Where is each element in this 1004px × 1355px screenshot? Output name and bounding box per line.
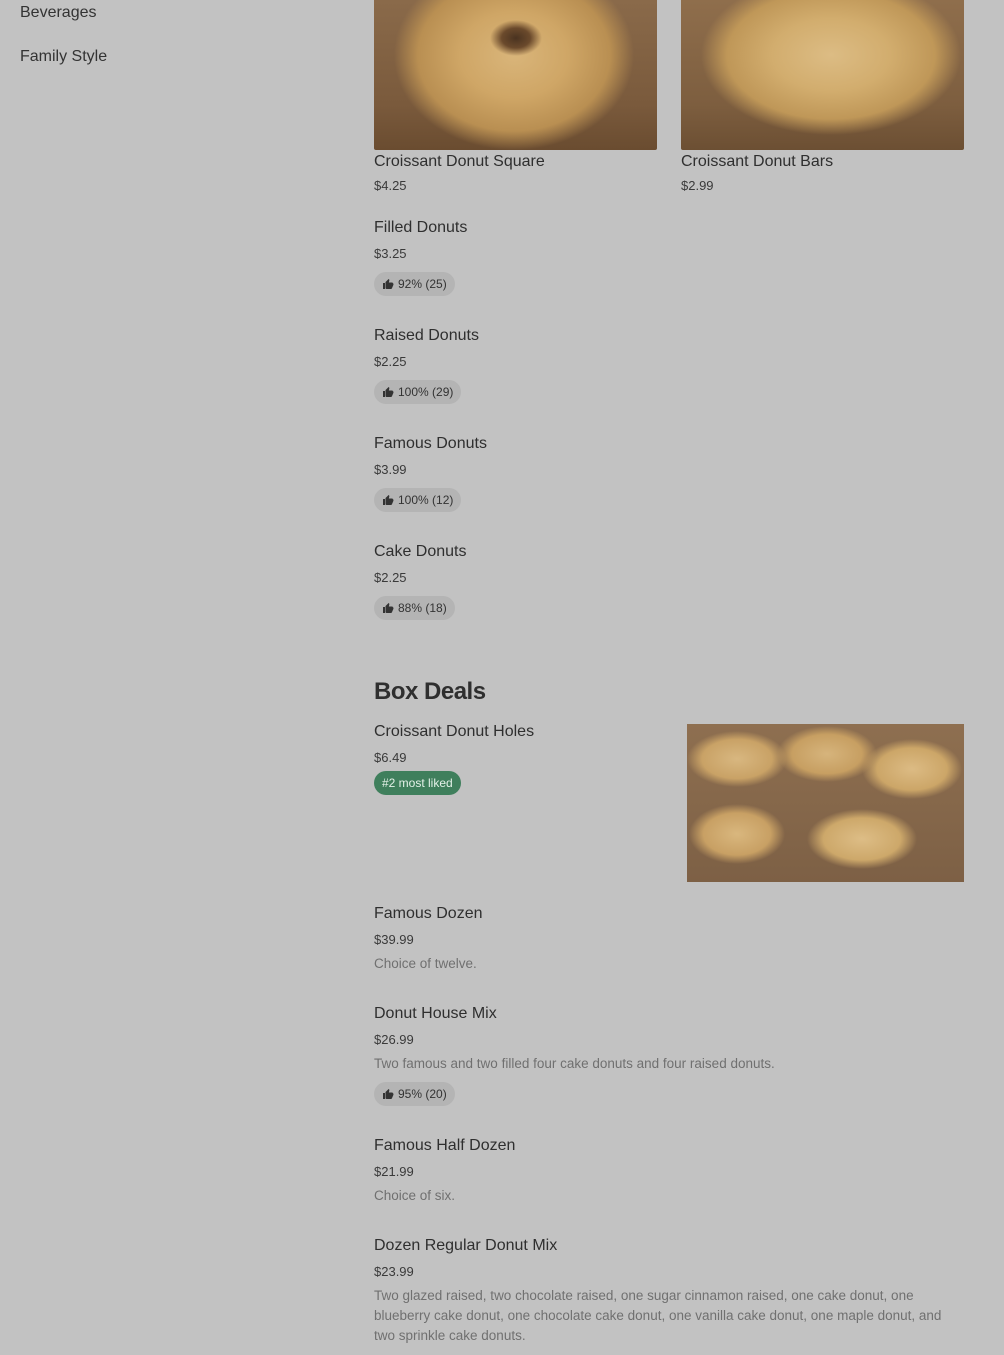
rating-badge: 88% (18) xyxy=(374,596,455,620)
rating-text: 95% (20) xyxy=(398,1087,447,1101)
item-description: Two famous and two filled four cake donu… xyxy=(374,1056,775,1071)
item-price: $2.99 xyxy=(681,178,714,193)
rating-badge: 100% (29) xyxy=(374,380,462,404)
thumbs-up-icon xyxy=(383,387,394,397)
menu-item-dozen-regular-donut-mix[interactable]: Dozen Regular Donut Mix $23.99 Two glaze… xyxy=(374,1237,964,1352)
item-price: $2.25 xyxy=(374,570,407,585)
menu-content: Croissant Donut Square $4.25 Croissant D… xyxy=(374,0,964,1355)
thumbs-up-icon xyxy=(383,279,394,289)
item-name: Donut House Mix xyxy=(374,1005,497,1022)
item-name: Famous Half Dozen xyxy=(374,1137,516,1154)
item-name: Croissant Donut Square xyxy=(374,153,545,170)
rating-text: 100% (29) xyxy=(398,385,454,399)
item-description: Two glazed raised, two chocolate raised,… xyxy=(374,1288,942,1343)
item-price: $3.99 xyxy=(374,462,407,477)
menu-item-famous-dozen[interactable]: Famous Dozen $39.99 Choice of twelve. xyxy=(374,905,964,975)
item-price: $21.99 xyxy=(374,1164,414,1179)
sidebar-item-beverages[interactable]: Beverages xyxy=(20,2,97,24)
menu-card-croissant-donut-bars[interactable]: Croissant Donut Bars $2.99 xyxy=(681,0,964,200)
item-name: Filled Donuts xyxy=(374,219,468,236)
most-liked-badge: #2 most liked xyxy=(374,771,461,795)
menu-item-croissant-donut-holes[interactable]: Croissant Donut Holes $6.49 #2 most like… xyxy=(374,723,964,883)
rating-badge: 95% (20) xyxy=(374,1082,455,1106)
item-price: $26.99 xyxy=(374,1032,414,1047)
menu-item-donut-house-mix[interactable]: Donut House Mix $26.99 Two famous and tw… xyxy=(374,1005,964,1110)
section-title-box-deals: Box Deals xyxy=(374,678,486,705)
thumbs-up-icon xyxy=(383,603,394,613)
item-name: Famous Donuts xyxy=(374,435,487,452)
item-name: Dozen Regular Donut Mix xyxy=(374,1237,558,1254)
rating-text: 88% (18) xyxy=(398,601,447,615)
menu-item-raised-donuts[interactable]: Raised Donuts $2.25 100% (29) xyxy=(374,327,964,407)
item-price: $3.25 xyxy=(374,246,407,261)
rating-text: 100% (12) xyxy=(398,493,454,507)
menu-item-famous-half-dozen[interactable]: Famous Half Dozen $21.99 Choice of six. xyxy=(374,1137,964,1207)
sidebar-item-family-style[interactable]: Family Style xyxy=(20,46,107,68)
item-price: $23.99 xyxy=(374,1264,414,1279)
menu-item-filled-donuts[interactable]: Filled Donuts $3.25 92% (25) xyxy=(374,219,964,299)
thumbs-up-icon xyxy=(383,495,394,505)
menu-item-famous-donuts[interactable]: Famous Donuts $3.99 100% (12) xyxy=(374,435,964,515)
item-price: $4.25 xyxy=(374,178,407,193)
menu-item-cake-donuts[interactable]: Cake Donuts $2.25 88% (18) xyxy=(374,543,964,623)
item-price: $39.99 xyxy=(374,932,414,947)
rating-badge: 92% (25) xyxy=(374,272,455,296)
item-price: $6.49 xyxy=(374,750,407,765)
menu-card-croissant-donut-square[interactable]: Croissant Donut Square $4.25 xyxy=(374,0,657,200)
item-name: Cake Donuts xyxy=(374,543,467,560)
item-price: $2.25 xyxy=(374,354,407,369)
item-description: Choice of twelve. xyxy=(374,956,477,971)
item-name: Croissant Donut Bars xyxy=(681,153,834,170)
rating-badge: 100% (12) xyxy=(374,488,462,512)
croissant-donut-holes-image xyxy=(687,724,964,882)
rating-text: 92% (25) xyxy=(398,277,447,291)
thumbs-up-icon xyxy=(383,1089,394,1099)
item-description: Choice of six. xyxy=(374,1188,456,1203)
croissant-donut-square-image xyxy=(374,0,657,150)
croissant-donut-bars-image xyxy=(681,0,964,150)
item-name: Raised Donuts xyxy=(374,327,479,344)
item-name: Famous Dozen xyxy=(374,905,483,922)
item-name: Croissant Donut Holes xyxy=(374,723,535,740)
